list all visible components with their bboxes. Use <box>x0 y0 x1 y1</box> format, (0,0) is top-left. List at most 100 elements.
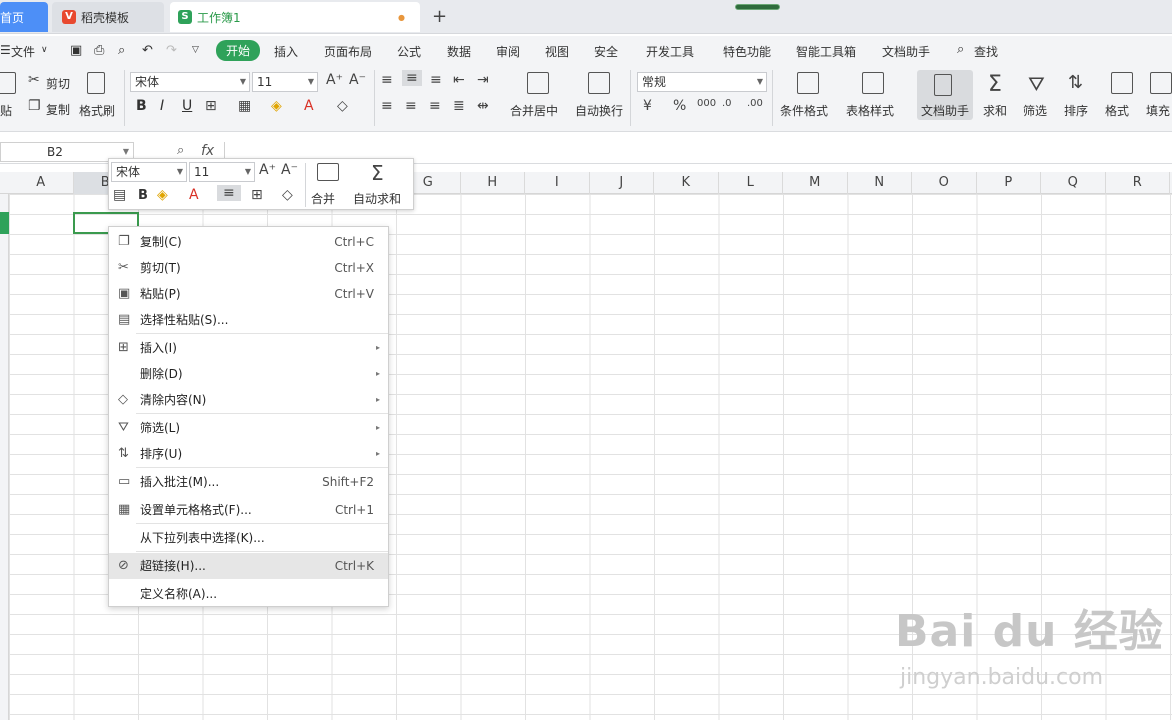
column-header-N[interactable]: N <box>848 172 912 194</box>
column-header-R[interactable]: R <box>1106 172 1170 194</box>
chevron-down-icon[interactable]: ∨ <box>41 45 48 55</box>
decrease-decimal-icon[interactable]: .00 <box>747 98 763 109</box>
sum-button[interactable]: 求和 <box>983 102 1007 119</box>
format-button[interactable]: 格式 <box>1105 102 1129 119</box>
save-icon[interactable]: ▣ <box>70 43 82 58</box>
paste-icon[interactable] <box>0 72 16 94</box>
highlight-icon[interactable]: ◈ <box>271 98 282 114</box>
menu-search[interactable]: 查找 <box>974 43 998 60</box>
thousands-icon[interactable]: 000 <box>697 98 716 109</box>
mini-sum-icon[interactable]: Σ <box>371 161 384 185</box>
column-header-K[interactable]: K <box>654 172 719 194</box>
menu-smart-toolbox[interactable]: 智能工具箱 <box>796 43 856 60</box>
sort-icon[interactable]: ⇅ <box>1068 72 1083 93</box>
context-menu-item[interactable]: ▤ 选择性粘贴(S)... <box>109 307 388 333</box>
align-top-icon[interactable]: ≡ <box>381 72 393 88</box>
menu-file[interactable]: 文件 <box>11 43 35 60</box>
number-format-select[interactable]: 常规 ▼ <box>637 72 767 92</box>
context-menu-item[interactable]: 删除(D) ▸ <box>109 361 388 387</box>
merge-center-icon[interactable] <box>527 72 549 94</box>
table-style-button[interactable]: 表格样式 <box>846 102 894 119</box>
mini-decrease-font-icon[interactable]: A⁻ <box>281 162 298 178</box>
format-painter-icon[interactable] <box>87 72 105 94</box>
column-header-H[interactable]: H <box>461 172 525 194</box>
font-size-select[interactable]: 11 ▼ <box>252 72 318 92</box>
paste-label[interactable]: 贴 <box>0 102 12 119</box>
decrease-font-icon[interactable]: A⁻ <box>349 72 366 88</box>
menu-insert[interactable]: 插入 <box>274 43 298 60</box>
mini-align-icon[interactable]: ≡ <box>217 185 241 201</box>
column-header-A[interactable]: A <box>9 172 74 194</box>
context-menu-item[interactable]: ✂ 剪切(T) Ctrl+X <box>109 255 388 281</box>
wrap-text-icon[interactable] <box>588 72 610 94</box>
mini-highlight-icon[interactable]: ◈ <box>157 187 168 203</box>
fx-icon[interactable]: fx <box>201 143 214 159</box>
menu-doc-helper[interactable]: 文档助手 <box>882 43 930 60</box>
context-menu-item[interactable]: ⇅ 排序(U) ▸ <box>109 441 388 467</box>
wrap-text-button[interactable]: 自动换行 <box>575 102 623 119</box>
mini-increase-font-icon[interactable]: A⁺ <box>259 162 276 178</box>
menu-special[interactable]: 特色功能 <box>723 43 771 60</box>
redo-icon[interactable]: ↷ <box>166 43 177 58</box>
column-header-P[interactable]: P <box>977 172 1041 194</box>
context-menu-item[interactable]: 从下拉列表中选择(K)... <box>109 525 388 551</box>
fill-button[interactable]: 填充 <box>1146 102 1170 119</box>
scissors-icon[interactable]: ✂ <box>28 72 40 88</box>
context-menu-item[interactable]: 定义名称(A)... <box>109 581 388 607</box>
filter-button[interactable]: 筛选 <box>1023 102 1047 119</box>
mini-autosum-button[interactable]: 自动求和 <box>353 190 401 207</box>
mini-bold-button[interactable]: B <box>138 188 148 203</box>
mini-eraser-icon[interactable]: ◇ <box>282 187 293 203</box>
menu-data[interactable]: 数据 <box>447 43 471 60</box>
context-menu-item[interactable]: ❐ 复制(C) Ctrl+C <box>109 229 388 255</box>
quick-access-dropdown-icon[interactable]: ▽ <box>192 45 199 55</box>
font-select[interactable]: 宋体 ▼ <box>130 72 250 92</box>
doc-helper-button[interactable]: 文档助手 <box>917 70 973 120</box>
search-icon[interactable]: ⌕ <box>957 42 964 57</box>
context-menu-item[interactable]: ▦ 设置单元格格式(F)... Ctrl+1 <box>109 497 388 523</box>
preview-icon[interactable]: ⌕ <box>118 43 125 58</box>
column-header-Q[interactable]: Q <box>1041 172 1106 194</box>
zoom-icon[interactable]: ⌕ <box>177 143 184 158</box>
context-menu-item[interactable]: ⊘ 超链接(H)... Ctrl+K <box>109 553 388 579</box>
mini-merge-icon[interactable] <box>317 163 339 181</box>
italic-button[interactable]: I <box>160 98 164 114</box>
column-header-O[interactable]: O <box>912 172 977 194</box>
mini-size-select[interactable]: 11 ▼ <box>189 162 255 182</box>
sum-icon[interactable]: Σ <box>988 72 1002 97</box>
format-painter-button[interactable]: 格式刷 <box>79 102 115 119</box>
merge-center-button[interactable]: 合并居中 <box>510 102 558 119</box>
mini-font-select[interactable]: 宋体 ▼ <box>111 162 187 182</box>
increase-font-icon[interactable]: A⁺ <box>326 72 343 88</box>
bold-button[interactable]: B <box>136 98 147 114</box>
copy-icon[interactable]: ❐ <box>28 98 41 114</box>
conditional-format-button[interactable]: 条件格式 <box>780 102 828 119</box>
menu-dev[interactable]: 开发工具 <box>646 43 694 60</box>
underline-button[interactable]: U <box>182 98 192 114</box>
menu-security[interactable]: 安全 <box>594 43 618 60</box>
file-menu-icon[interactable]: ☰ <box>0 43 11 57</box>
menu-review[interactable]: 审阅 <box>496 43 520 60</box>
context-menu-item[interactable]: ▭ 插入批注(M)... Shift+F2 <box>109 469 388 495</box>
format-icon[interactable] <box>1111 72 1133 94</box>
indent-decrease-icon[interactable]: ⇤ <box>453 72 465 88</box>
mini-merge-button[interactable]: 合并 <box>311 190 335 207</box>
cut-button[interactable]: 剪切 <box>46 75 70 92</box>
increase-decimal-icon[interactable]: .0 <box>722 98 732 109</box>
filter-icon[interactable]: ⛛ <box>1028 72 1045 96</box>
tab-workbook[interactable]: S 工作簿1 ● <box>170 2 420 32</box>
justify-icon[interactable]: ≣ <box>453 98 465 114</box>
conditional-format-icon[interactable] <box>797 72 819 94</box>
menu-layout[interactable]: 页面布局 <box>324 43 372 60</box>
mini-font-color-icon[interactable]: A <box>189 187 199 203</box>
fill-color-icon[interactable]: ▦ <box>238 98 251 114</box>
tab-template[interactable]: V 稻壳模板 <box>52 2 164 32</box>
currency-icon[interactable]: ¥ <box>643 98 652 114</box>
indent-increase-icon[interactable]: ⇥ <box>477 72 489 88</box>
undo-icon[interactable]: ↶ <box>142 43 153 58</box>
sort-button[interactable]: 排序 <box>1064 102 1088 119</box>
menu-start[interactable]: 开始 <box>216 40 261 61</box>
context-menu-item[interactable]: ◇ 清除内容(N) ▸ <box>109 387 388 413</box>
percent-icon[interactable]: % <box>673 98 686 114</box>
fill-icon[interactable] <box>1150 72 1172 94</box>
